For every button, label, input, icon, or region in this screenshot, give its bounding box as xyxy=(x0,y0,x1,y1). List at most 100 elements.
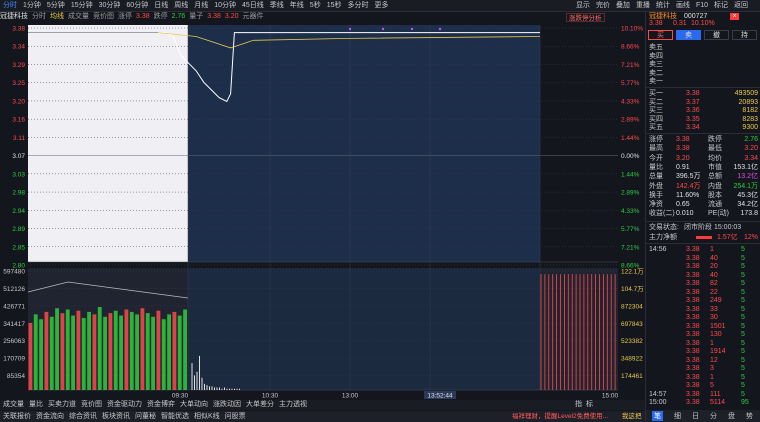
footer-tab[interactable]: 日 xyxy=(692,411,699,421)
period-tab[interactable]: 年线 xyxy=(290,0,304,12)
bid-row: 买五 3.34 9300 xyxy=(646,123,760,132)
info-tab[interactable]: 问股票 xyxy=(225,412,246,422)
stat-label: 总额 xyxy=(708,173,722,181)
period-tab[interactable]: 季线 xyxy=(270,0,284,12)
footer-tab[interactable]: 盘 xyxy=(728,411,735,421)
period-tab[interactable]: 周线 xyxy=(174,0,188,12)
event-marker xyxy=(381,27,385,31)
period-tab[interactable]: 30分钟 xyxy=(99,0,121,12)
panel-row: 交易状态: 闭市阶段 15:00:03 xyxy=(646,223,760,232)
auction-volume-bar xyxy=(49,316,54,390)
bottom-notice-button[interactable]: 我这把 xyxy=(622,412,642,422)
tool-button[interactable]: 叠加 xyxy=(616,0,630,12)
stat-value: 34.2亿 xyxy=(737,201,758,209)
trade-status: 闭市阶段 15:00:03 xyxy=(684,224,742,231)
period-tab[interactable]: 分时 xyxy=(3,0,17,12)
indicator-tab[interactable]: 成交量 xyxy=(3,400,24,410)
period-tab[interactable]: 10分钟 xyxy=(214,0,236,12)
footer-tab[interactable]: 势 xyxy=(746,411,753,421)
period-tab[interactable]: 60分钟 xyxy=(126,0,148,12)
volume-tick-label: 341417 xyxy=(3,321,25,328)
stat-row: 量比 0.91 市值 153.1亿 xyxy=(646,163,760,172)
intraday-chart[interactable]: 3.38 10.10% 3.34 8.66% 3.29 7.21% 3.25 5.77% 3.2… xyxy=(0,22,645,399)
period-tab[interactable]: 日线 xyxy=(154,0,168,12)
indicator-tab[interactable]: 资金博弈 xyxy=(147,400,175,410)
info-tab[interactable]: 板块资讯 xyxy=(102,412,130,422)
footer-tab[interactable]: 分 xyxy=(710,411,717,421)
info-tab[interactable]: 资金流向 xyxy=(36,412,64,422)
indicator-tab[interactable]: 大单动向 xyxy=(180,400,208,410)
tool-button[interactable]: 返回 xyxy=(734,0,748,12)
period-tab[interactable]: 15秒 xyxy=(327,0,342,12)
cancel-button[interactable]: 撤 xyxy=(704,30,729,40)
limit-analysis-button[interactable]: 涨跌停分析 xyxy=(566,13,605,22)
indicator-tab[interactable]: 大单差分 xyxy=(246,400,274,410)
stat-value: 3.38 xyxy=(676,145,690,153)
info-tab[interactable]: 综合资讯 xyxy=(69,412,97,422)
period-tab[interactable]: 多分时 xyxy=(348,0,369,12)
chart-tools: 显示 完价 叠加 重播 统计 画线 F10 标记 返回 xyxy=(576,0,754,12)
tool-button[interactable]: 完价 xyxy=(596,0,610,12)
volume-right-tick-label: 348922 xyxy=(621,356,643,363)
time-tick-label: 10:30 xyxy=(262,393,279,400)
stat-value: 173.8 xyxy=(740,210,758,218)
indicator-tab[interactable]: 买卖力道 xyxy=(48,400,76,410)
indicator-tab[interactable]: 量比 xyxy=(29,400,43,410)
tool-button[interactable]: 标记 xyxy=(714,0,728,12)
indicator-tab[interactable]: 涨跌动因 xyxy=(213,400,241,410)
tool-button[interactable]: 画线 xyxy=(676,0,690,12)
header-item: 涨停 xyxy=(118,13,132,20)
position-button[interactable]: 持 xyxy=(732,30,757,40)
period-tab[interactable]: 45日线 xyxy=(242,0,264,12)
header-item: 元器件 xyxy=(242,13,264,20)
stat-row: 外盘 142.4万 内盘 254.1万 xyxy=(646,182,760,191)
bid-price: 3.34 xyxy=(686,124,700,132)
info-tab[interactable]: 关联报价 xyxy=(3,412,31,422)
tool-button[interactable]: 显示 xyxy=(576,0,590,12)
last-price: 3.38 xyxy=(649,20,663,27)
stat-label: 今开 xyxy=(649,154,663,162)
indicator-toggle-1[interactable]: 指 xyxy=(575,400,582,410)
closing-volume-bg xyxy=(540,268,618,390)
period-tab[interactable]: 月线 xyxy=(194,0,208,12)
stat-label: 总量 xyxy=(649,173,663,181)
stat-label: 最低 xyxy=(708,145,722,153)
stat-label: 外盘 xyxy=(649,182,663,190)
info-tab[interactable]: 问董秘 xyxy=(135,412,156,422)
auction-volume-bar xyxy=(65,309,70,390)
bottom-notice[interactable]: 福祥理财，提醒Level2免费使用... xyxy=(512,412,608,422)
buy-button[interactable]: 买 xyxy=(648,30,673,40)
period-tab[interactable]: 5分钟 xyxy=(47,0,65,12)
volume-right-tick-label: 174461 xyxy=(621,373,643,380)
info-tab[interactable]: 智能优选 xyxy=(161,412,189,422)
price-change: 0.31 xyxy=(673,20,687,27)
period-tab[interactable]: 15分钟 xyxy=(71,0,93,12)
tool-button[interactable]: 统计 xyxy=(656,0,670,12)
footer-tab[interactable]: 笔 xyxy=(652,411,663,421)
period-tab[interactable]: 1分钟 xyxy=(23,0,41,12)
indicator-toggle-2[interactable]: 标 xyxy=(586,400,593,410)
panel-separator xyxy=(646,243,760,244)
period-tab[interactable]: 5秒 xyxy=(310,0,321,12)
footer-tab[interactable]: 细 xyxy=(674,411,681,421)
period-tab[interactable]: 更多 xyxy=(375,0,389,12)
indicator-tab[interactable]: 竞价图 xyxy=(81,400,102,410)
stat-label: 量比 xyxy=(649,163,663,171)
auction-volume-bar xyxy=(119,315,123,390)
main-flow-bar xyxy=(696,236,712,239)
indicator-switch: 指 标 xyxy=(575,400,593,410)
price-tick-label: 3.29 xyxy=(12,62,25,69)
sell-button[interactable]: 卖 xyxy=(676,30,701,40)
tool-button[interactable]: F10 xyxy=(696,0,708,12)
stat-value: 3.20 xyxy=(676,154,690,162)
stat-value: 0.010 xyxy=(676,210,694,218)
bid-label: 买五 xyxy=(649,124,663,132)
indicator-tab[interactable]: 资金驱动力 xyxy=(107,400,142,410)
info-tab[interactable]: 相似K线 xyxy=(194,412,220,422)
auction-volume-bar xyxy=(97,307,102,390)
auction-volume-bar xyxy=(183,309,187,390)
indicator-tab[interactable]: 主力透视 xyxy=(279,400,307,410)
tool-button[interactable]: 重播 xyxy=(636,0,650,12)
pct-tick-label: 0.00% xyxy=(621,153,640,160)
auction-volume-bar xyxy=(177,315,182,390)
